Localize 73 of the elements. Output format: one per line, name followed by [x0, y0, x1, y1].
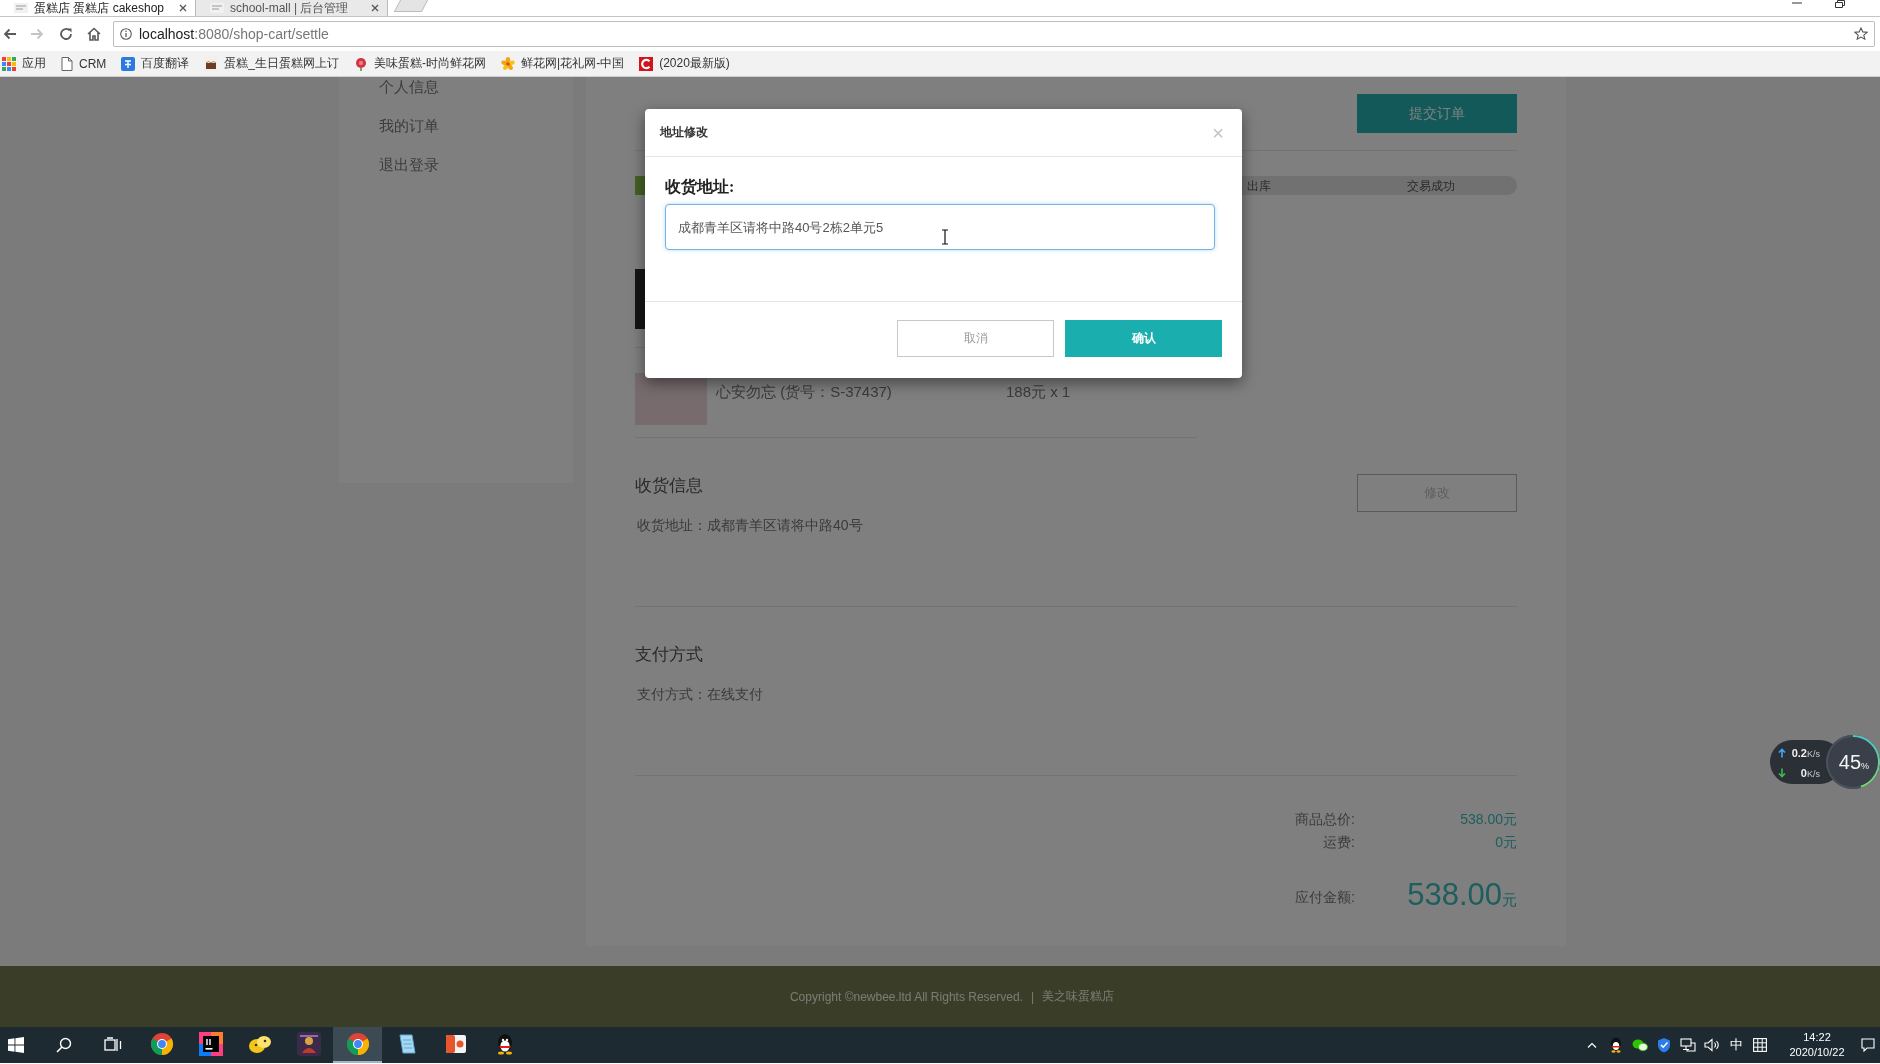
product-price: 188元 x 1 [1006, 382, 1071, 402]
amount-due-value: 538.00元 [1406, 875, 1517, 914]
apps-grid-icon [2, 56, 16, 71]
flower-icon [501, 56, 515, 71]
bookmark-item[interactable]: (2020最新版) [639, 55, 730, 72]
minimize-icon[interactable] [1791, 0, 1802, 6]
browser-tab[interactable]: school-mall | 后台管理 [196, 0, 388, 16]
download-speed: 0K/s [1799, 766, 1820, 779]
total-label: 运费: [1322, 832, 1355, 852]
text-cursor-icon [941, 229, 949, 245]
c-logo-icon [639, 56, 654, 71]
photo-placeholder [635, 373, 707, 425]
usage-percent: 45% [1838, 750, 1870, 774]
section-title: 支付方式 [635, 644, 703, 666]
product-name: 心安勿忘 (货号：S-37437) [716, 382, 893, 402]
total-label: 商品总价: [1294, 809, 1355, 829]
reload-icon[interactable] [58, 26, 74, 42]
back-arrow-icon[interactable] [2, 26, 18, 42]
page-icon [61, 56, 73, 71]
dialog-title: 地址修改 [660, 124, 708, 141]
home-icon[interactable] [86, 26, 102, 42]
search-icon[interactable] [55, 1037, 72, 1053]
bookmark-item[interactable]: 蛋糕_生日蛋糕网上订 [204, 55, 339, 72]
shield-icon[interactable] [1657, 1037, 1671, 1053]
close-icon[interactable] [371, 4, 379, 12]
total-value: 538.00元 [1459, 809, 1517, 829]
cake-icon [204, 56, 219, 71]
bookmark-item[interactable]: 百度翻译 [121, 55, 190, 72]
favicon-icon [14, 3, 28, 13]
clock-time: 14:22 [1803, 1030, 1831, 1045]
clock-date: 2020/10/22 [1789, 1045, 1845, 1060]
slides-icon [443, 1032, 468, 1056]
progress-step-label: 交易成功 [1407, 177, 1455, 194]
photo-placeholder [635, 269, 645, 329]
chat-bubbles-icon[interactable] [1632, 1038, 1648, 1052]
address-input[interactable]: 成都青羊区请将中路40号2栋2单元5 [665, 204, 1215, 250]
upload-speed: 0.2K/s [1790, 746, 1820, 759]
speaker-icon[interactable] [1704, 1038, 1720, 1052]
progress-step-label: 出库 [1247, 177, 1271, 194]
browser-icon [149, 1032, 174, 1056]
payment-method-text: 支付方式：在线支付 [637, 685, 763, 704]
translate-icon [121, 56, 136, 71]
network-icon[interactable] [1680, 1038, 1696, 1052]
favicon-icon [210, 3, 224, 13]
windows-logo-icon[interactable] [8, 1037, 24, 1053]
rose-icon [354, 56, 368, 71]
address-bar[interactable]: localhost:8080/shop-cart/settle [113, 21, 1875, 47]
shipping-address-text: 收货地址：成都青羊区请将中路40号 [637, 516, 863, 535]
bookmark-item[interactable]: 应用 [2, 55, 46, 72]
penguin-icon[interactable] [1609, 1037, 1623, 1053]
ide-icon [198, 1032, 223, 1056]
total-value: 0元 [1494, 832, 1517, 852]
notification-icon[interactable] [1861, 1038, 1875, 1052]
footer-separator: | [1030, 989, 1035, 1004]
ime-indicator[interactable]: 中 [1724, 1036, 1748, 1054]
keyboard-grid-icon[interactable] [1753, 1038, 1767, 1052]
bookmark-item[interactable]: CRM [61, 56, 107, 71]
footer-copyright: Copyright ©newbee.ltd All Rights Reserved. [789, 989, 1023, 1004]
up-arrow-icon [1778, 747, 1786, 758]
total-label: 应付金额: [1294, 888, 1355, 907]
bookmark-item[interactable]: 鲜花网|花礼网-中国 [501, 55, 625, 72]
info-icon [120, 28, 132, 40]
bookmark-item[interactable]: 美味蛋糕-时尚鲜花网 [354, 55, 486, 72]
down-arrow-icon [1778, 767, 1786, 778]
browser-icon [345, 1032, 370, 1056]
game-icon [296, 1032, 321, 1056]
field-label: 收货地址: [665, 177, 735, 198]
star-icon[interactable] [1854, 27, 1868, 41]
restore-icon[interactable] [1834, 0, 1845, 8]
section-title: 收货信息 [635, 475, 703, 497]
task-view-icon[interactable] [103, 1037, 122, 1053]
caret-up-icon[interactable] [1587, 1042, 1597, 1048]
close-icon[interactable] [179, 4, 187, 12]
